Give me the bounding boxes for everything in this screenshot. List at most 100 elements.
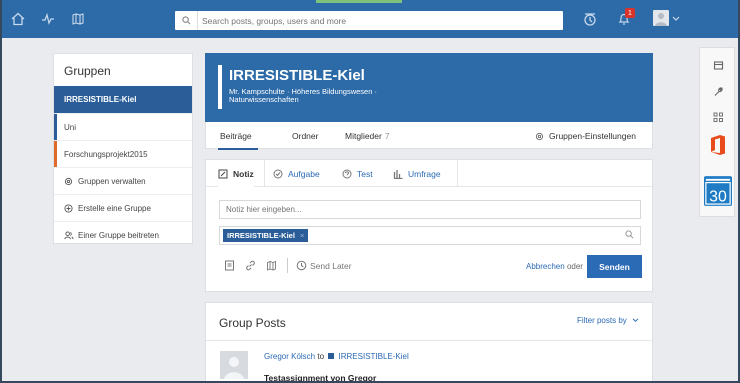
send-later-button[interactable]: Send Later: [310, 261, 352, 271]
sidebar-item-label: IRRESISTIBLE-Kiel: [64, 95, 137, 104]
activity-icon[interactable]: [38, 9, 58, 29]
bar-chart-icon: [393, 169, 403, 179]
recipient-tag-label: IRRESISTIBLE-Kiel: [227, 231, 295, 240]
sidebar-item-label: Forschungsprojekt2015: [64, 149, 148, 159]
post-composer: Notiz Aufgabe Test Umfrage Notiz hier ei…: [205, 159, 653, 292]
action-label: Gruppen verwalten: [78, 176, 146, 186]
note-icon: [218, 169, 228, 179]
tab-label: Ordner: [292, 131, 319, 141]
tab-test[interactable]: Test: [342, 160, 373, 187]
avatar[interactable]: [220, 351, 248, 379]
calendar-day-number: 30: [709, 188, 727, 205]
filter-label: Filter posts by: [576, 316, 627, 325]
loading-progress-bar: [316, 0, 402, 3]
remove-tag-icon[interactable]: ×: [300, 231, 304, 240]
tab-notiz[interactable]: Notiz: [218, 160, 254, 187]
tab-label: Mitglieder: [345, 131, 382, 141]
clock-icon[interactable]: [296, 260, 307, 271]
apps-rail: 30: [699, 47, 735, 217]
group-color-marker: [54, 114, 57, 140]
office-icon[interactable]: [704, 134, 732, 156]
manage-groups-link[interactable]: Gruppen verwalten: [54, 167, 192, 194]
group-posts-panel: Group Posts Filter posts by Gregor Kölsc…: [205, 302, 653, 383]
sidebar-item-label: Uni: [64, 122, 77, 132]
sidebar-title: Gruppen: [64, 64, 111, 78]
calendar-30-icon[interactable]: 30: [704, 174, 732, 208]
action-label: Einer Gruppe beitreten: [78, 230, 159, 240]
tab-label: Beiträge: [220, 131, 252, 141]
send-button[interactable]: Senden: [587, 255, 642, 278]
composer-toolbar: Send Later: [224, 258, 352, 273]
planner-icon[interactable]: [580, 9, 600, 29]
top-navigation-bar: 1: [2, 0, 738, 38]
file-icon[interactable]: [224, 260, 235, 271]
search-input[interactable]: [197, 11, 557, 30]
tab-aufgabe[interactable]: Aufgabe: [273, 160, 320, 187]
action-label: Erstelle eine Gruppe: [78, 203, 151, 213]
users-icon: [64, 230, 78, 240]
tab-beitraege[interactable]: Beiträge: [218, 131, 258, 150]
wrench-icon[interactable]: [704, 80, 732, 102]
group-color-square: [328, 353, 335, 359]
search-icon: [175, 16, 197, 25]
posts-title: Group Posts: [219, 316, 286, 330]
group-header: IRRESISTIBLE-Kiel Mr. Kampschulte · Höhe…: [205, 53, 653, 122]
tab-mitglieder[interactable]: Mitglieder 7: [345, 131, 390, 141]
to-label: to: [317, 352, 325, 361]
or-label: oder: [566, 262, 583, 271]
filter-posts-dropdown[interactable]: Filter posts by: [577, 316, 639, 325]
group-name: IRRESISTIBLE-Kiel: [229, 67, 365, 84]
sidebar-item-uni[interactable]: Uni: [54, 113, 192, 140]
tab-label: Umfrage: [408, 168, 441, 179]
join-group-link[interactable]: Einer Gruppe beitreten: [54, 221, 192, 248]
note-input[interactable]: [219, 200, 641, 219]
toolbar-divider: [287, 258, 288, 273]
search-icon: [625, 230, 634, 241]
group-subtitle: Mr. Kampschulte · Höheres Bildungswesen …: [229, 87, 377, 104]
library-icon[interactable]: [266, 260, 277, 271]
sidebar-item-irresistible-kiel[interactable]: IRRESISTIBLE-Kiel: [54, 86, 192, 113]
post-author-link[interactable]: Gregor Kölsch: [264, 352, 315, 361]
check-circle-icon: [273, 169, 283, 179]
home-icon[interactable]: [8, 9, 28, 29]
group-tabs: Beiträge Ordner Mitglieder 7 Gruppen-Eins…: [205, 122, 653, 150]
composer-tabs: Notiz Aufgabe Test Umfrage: [206, 160, 652, 187]
gear-icon: [64, 177, 78, 186]
posts-divider: [206, 340, 652, 341]
settings-label: Gruppen-Einstellungen: [549, 131, 636, 141]
tab-umfrage[interactable]: Umfrage: [393, 160, 441, 187]
tab-label: Aufgabe: [288, 168, 320, 179]
notification-badge: 1: [625, 8, 635, 18]
tab-ordner[interactable]: Ordner: [292, 131, 318, 141]
tab-divider: [264, 160, 265, 187]
post-meta: Gregor Kölsch to IRRESISTIBLE-Kiel: [264, 352, 409, 361]
group-settings-link[interactable]: Gruppen-Einstellungen: [535, 131, 636, 141]
tab-label: Notiz: [233, 168, 254, 179]
recipient-field[interactable]: IRRESISTIBLE-Kiel ×: [219, 226, 641, 245]
cancel-wrap: Abbrechen oder: [526, 262, 583, 271]
tab-label: Test: [357, 168, 373, 179]
group-accent-bar: [218, 65, 222, 109]
link-icon[interactable]: [245, 260, 256, 271]
gear-icon: [535, 132, 544, 141]
cancel-link[interactable]: Abbrechen: [526, 262, 565, 271]
member-count: 7: [384, 131, 390, 141]
plus-circle-icon: [64, 203, 78, 213]
global-search[interactable]: [175, 11, 563, 30]
create-group-link[interactable]: Erstelle eine Gruppe: [54, 194, 192, 221]
sidebar-item-forschungsprojekt[interactable]: Forschungsprojekt2015: [54, 140, 192, 167]
group-color-marker: [54, 141, 57, 167]
recipient-tag[interactable]: IRRESISTIBLE-Kiel ×: [223, 229, 309, 242]
post-group-link[interactable]: IRRESISTIBLE-Kiel: [339, 352, 409, 361]
quiz-icon: [342, 169, 352, 179]
groups-sidebar: Gruppen IRRESISTIBLE-Kiel Uni Forschungs…: [53, 53, 193, 244]
app-frame: 1 30 Gruppen: [0, 0, 740, 383]
chevron-down-icon: [632, 316, 639, 325]
avatar-icon[interactable]: [653, 10, 669, 26]
store-icon[interactable]: [704, 54, 732, 76]
tab-divider: [457, 160, 458, 187]
apps-grid-icon[interactable]: [704, 106, 732, 128]
chevron-down-icon[interactable]: [672, 14, 680, 24]
backpack-icon[interactable]: [68, 9, 88, 29]
post-title: Testassignment von Gregor: [264, 373, 377, 383]
